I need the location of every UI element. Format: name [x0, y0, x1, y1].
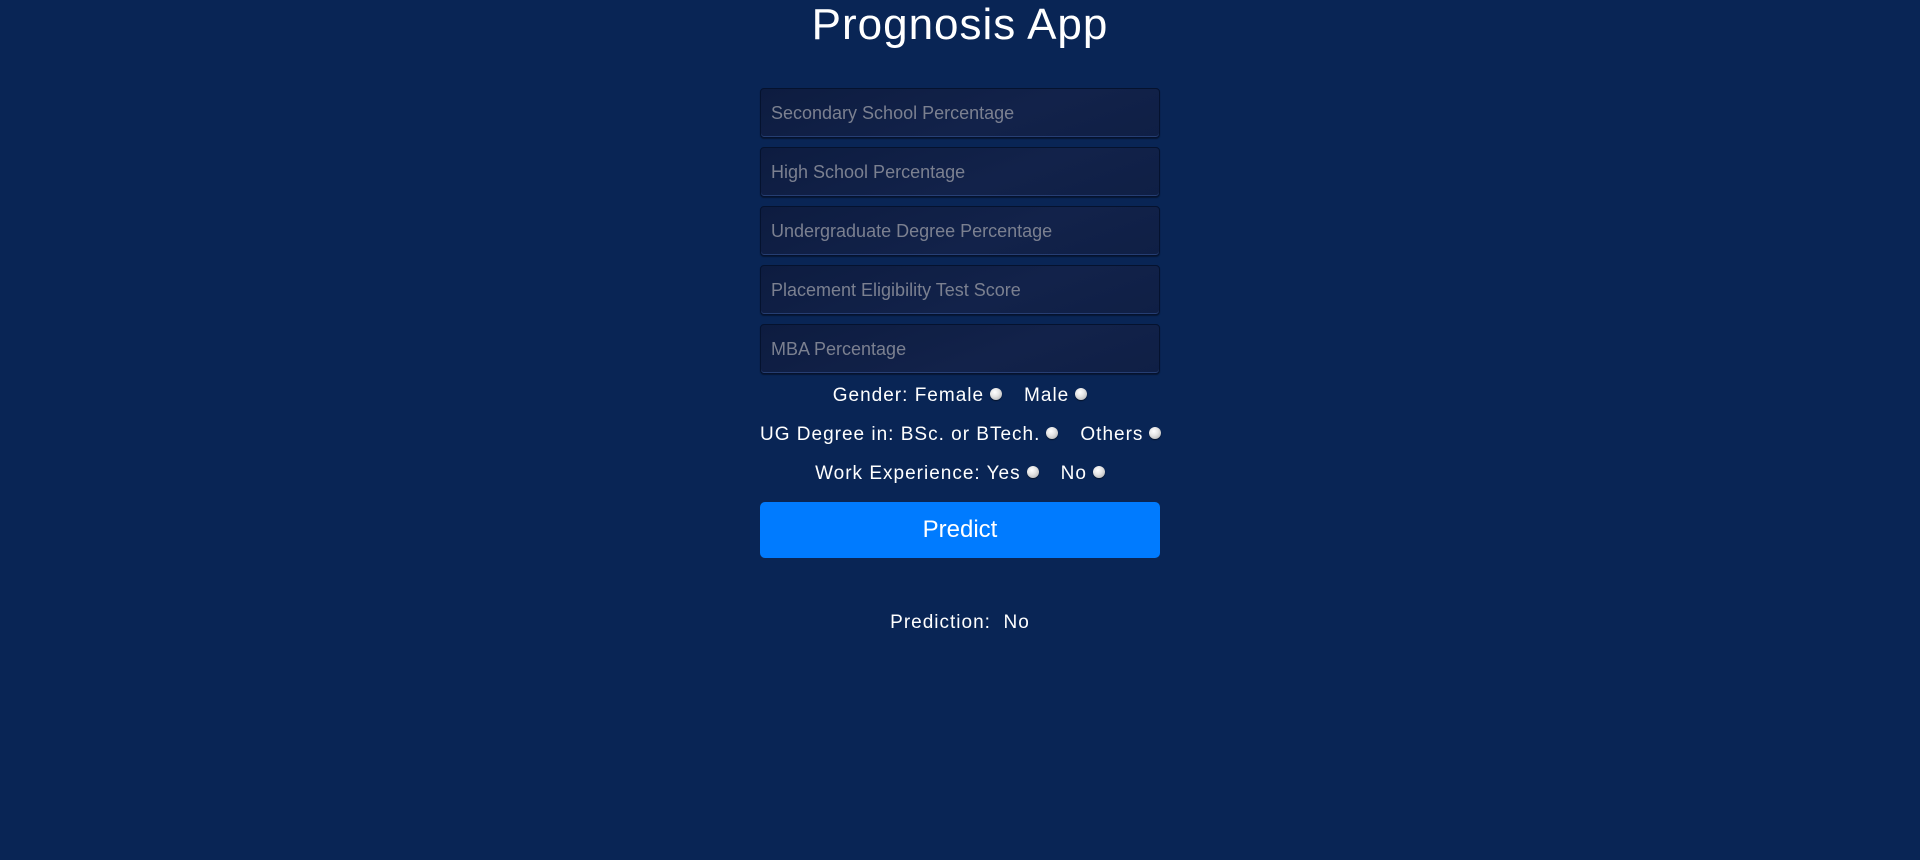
gender-label: Gender: — [832, 385, 909, 406]
gender-male-label: Male — [1024, 385, 1070, 406]
ug-degree-radio-group: UG Degree in: BSc. or BTech. Others — [760, 422, 1162, 461]
gender-male-option: Male — [1024, 383, 1088, 409]
gender-male-radio[interactable] — [1075, 387, 1088, 400]
ug-degree-others-radio[interactable] — [1149, 426, 1162, 439]
page: Prognosis App Gender: Female Male UG Deg… — [0, 0, 1920, 860]
gender-female-radio[interactable] — [990, 387, 1003, 400]
undergraduate-degree-percentage-input[interactable] — [760, 206, 1160, 256]
gender-radio-group: Gender: Female Male — [760, 383, 1160, 422]
prediction-value: No — [1003, 612, 1030, 633]
work-experience-no-option: No — [1061, 461, 1105, 487]
prediction-form: Gender: Female Male UG Degree in: BSc. o… — [760, 88, 1162, 558]
work-experience-yes-option: Work Experience: Yes — [815, 461, 1039, 487]
work-experience-yes-radio[interactable] — [1026, 465, 1039, 478]
work-experience-no-label: No — [1060, 463, 1087, 484]
ug-degree-bsc-label: BSc. or BTech. — [900, 424, 1041, 445]
prediction-label: Prediction: — [890, 612, 991, 633]
work-experience-yes-label: Yes — [986, 463, 1021, 484]
gender-female-option: Gender: Female — [832, 383, 1003, 409]
ug-degree-others-label: Others — [1080, 424, 1144, 445]
page-title: Prognosis App — [811, 0, 1109, 49]
mba-percentage-input[interactable] — [760, 324, 1160, 374]
predict-button[interactable]: Predict — [760, 502, 1160, 558]
gender-female-label: Female — [914, 385, 985, 406]
ug-degree-others-option: Others — [1080, 422, 1162, 448]
work-experience-no-radio[interactable] — [1092, 465, 1105, 478]
placement-eligibility-test-score-input[interactable] — [760, 265, 1160, 315]
ug-degree-bsc-option: UG Degree in: BSc. or BTech. — [760, 422, 1059, 448]
prediction-result: Prediction: No — [0, 612, 1920, 634]
work-experience-label: Work Experience: — [815, 463, 981, 484]
secondary-school-percentage-input[interactable] — [760, 88, 1160, 138]
work-experience-radio-group: Work Experience: Yes No — [760, 461, 1160, 500]
high-school-percentage-input[interactable] — [760, 147, 1160, 197]
ug-degree-label: UG Degree in: — [760, 424, 895, 445]
ug-degree-bsc-radio[interactable] — [1046, 426, 1059, 439]
